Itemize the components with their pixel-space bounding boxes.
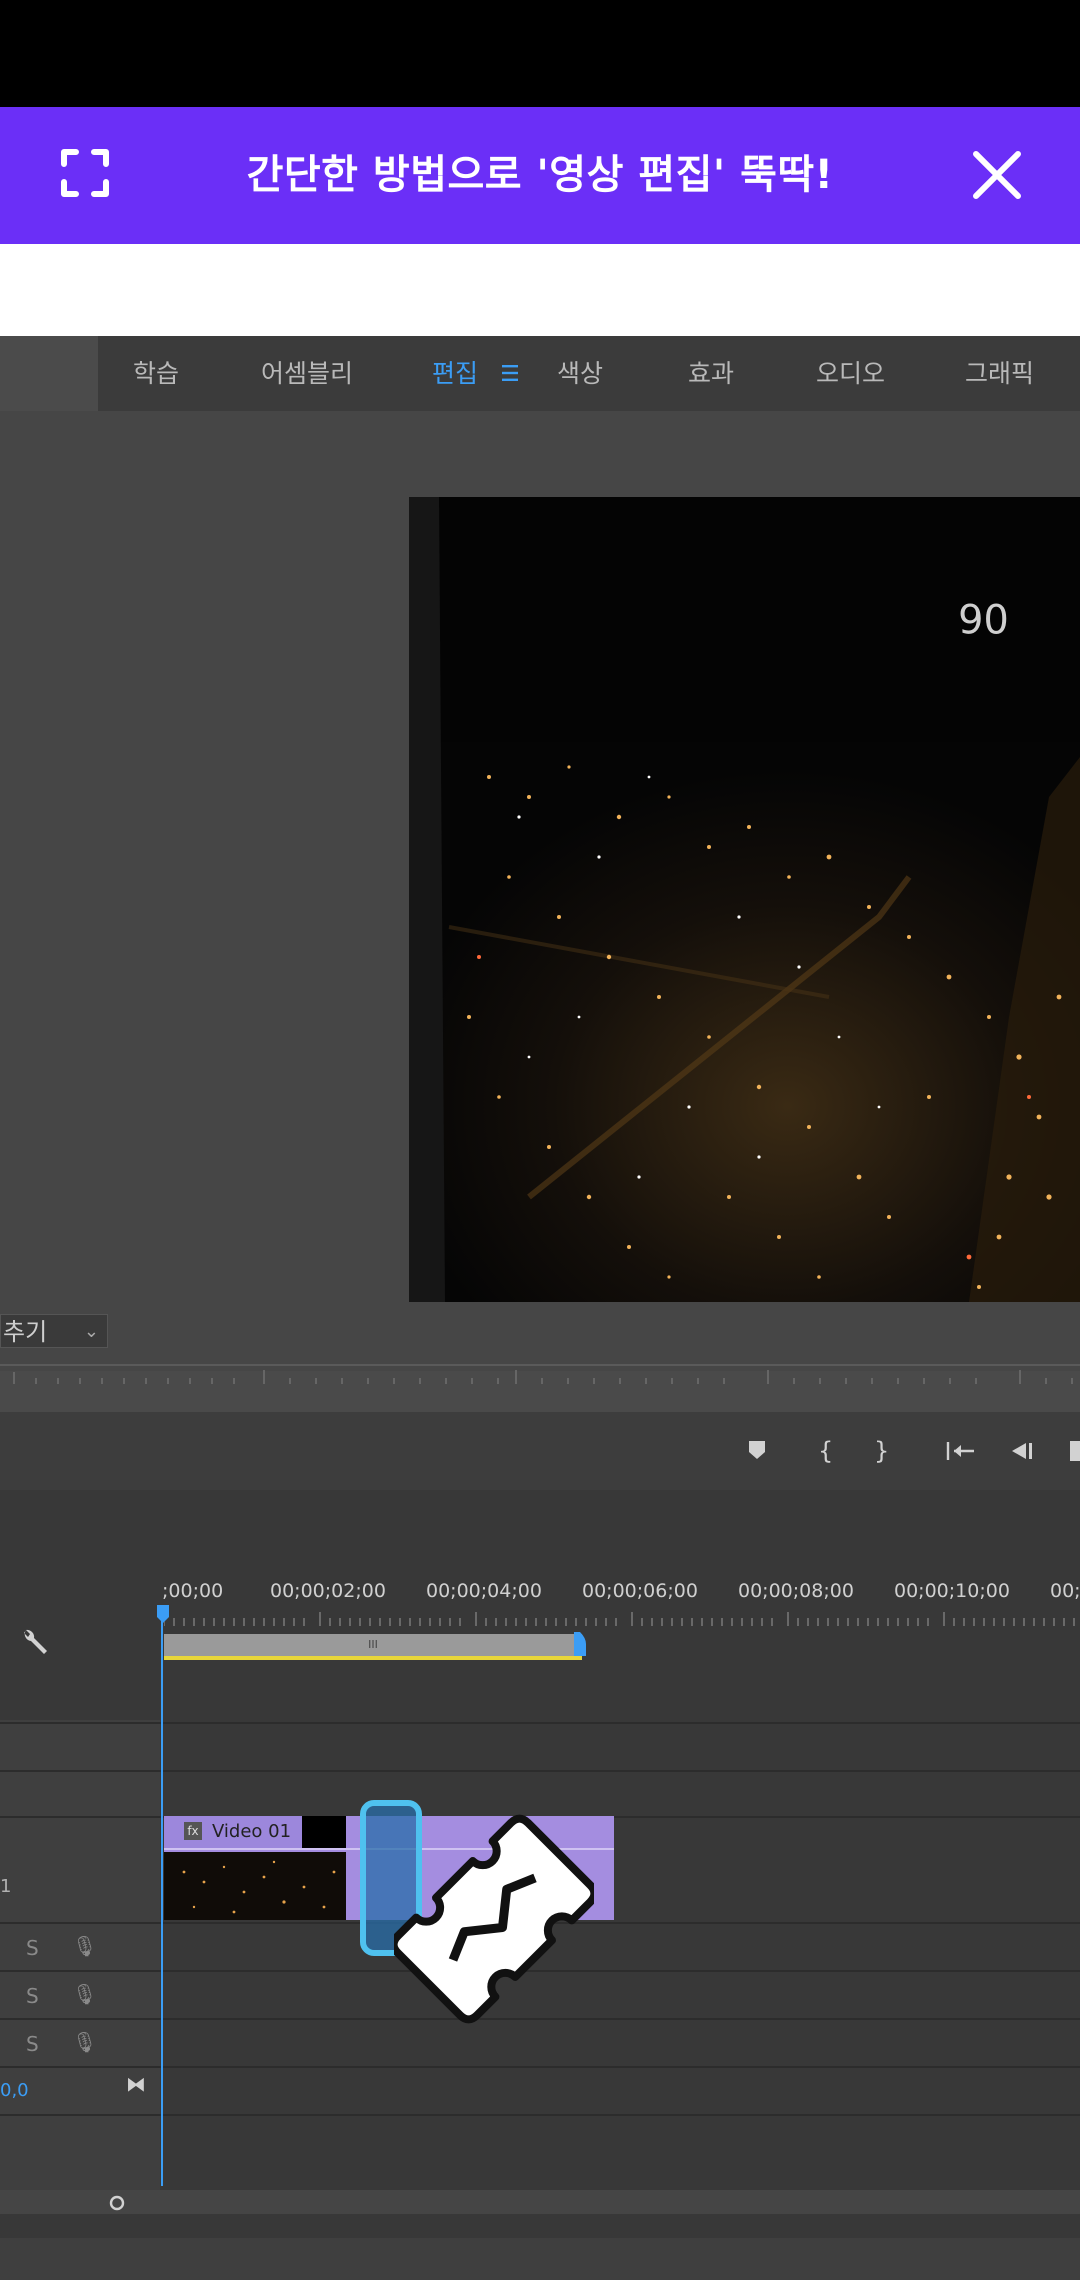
fit-zoom-icon[interactable]: ⧓ <box>126 2072 146 2096</box>
monitor-time-ruler[interactable] <box>0 1364 1080 1392</box>
tab-audio[interactable]: 오디오 <box>816 336 885 411</box>
mic-icon[interactable]: 🎙 <box>72 2030 97 2054</box>
tab-edit[interactable]: 편집 <box>432 336 478 411</box>
footer-bar <box>0 2238 1080 2280</box>
razor-blade-icon <box>394 1814 594 2024</box>
expand-icon[interactable] <box>60 148 110 198</box>
solo-button[interactable]: S <box>26 1936 39 1960</box>
track-number: 1 <box>0 1876 12 1897</box>
work-area-render-line <box>164 1656 582 1660</box>
tab-effects[interactable]: 효과 <box>688 336 734 411</box>
banner-title: 간단한 방법으로 '영상 편집' 뚝딱! <box>246 152 834 198</box>
tab-color[interactable]: 색상 <box>557 336 603 411</box>
mark-in-icon[interactable]: { <box>818 1412 833 1490</box>
clip-thumbnail <box>164 1852 346 1920</box>
timeline-scrollbar[interactable] <box>0 2190 1080 2214</box>
tab-assembly[interactable]: 어셈블리 <box>261 336 353 411</box>
timecode-label: ;00;00 <box>162 1580 224 1602</box>
hamburger-icon[interactable] <box>502 364 518 382</box>
timeline-ruler[interactable] <box>164 1612 1080 1628</box>
chevron-down-icon: ⌄ <box>83 1321 99 1342</box>
status-bar <box>0 0 1080 107</box>
transport-controls: { } <box>0 1412 1080 1490</box>
tab-graphics[interactable]: 그래픽 <box>965 336 1034 411</box>
zoom-dropdown[interactable]: 추기 ⌄ <box>0 1314 108 1348</box>
banner: 간단한 방법으로 '영상 편집' 뚝딱! <box>0 107 1080 244</box>
timecode-label: 00;00;10;00 <box>894 1580 1010 1602</box>
clip-thumbnail-image <box>164 1852 346 1920</box>
step-back-icon[interactable] <box>1008 1441 1034 1461</box>
workspace-tabs: 학습 어셈블리 편집 색상 효과 오디오 그래픽 <box>0 336 1080 411</box>
playhead-line[interactable] <box>161 1606 163 2186</box>
volume-value[interactable]: 0,0 <box>0 2080 29 2101</box>
zoom-dropdown-value: 추기 <box>3 1318 48 1346</box>
wrench-icon[interactable] <box>20 1628 48 1658</box>
timecode-label: 00;00;06;00 <box>582 1580 698 1602</box>
scroll-handle[interactable] <box>108 2194 126 2212</box>
solo-button[interactable]: S <box>26 1984 39 2008</box>
mark-out-icon[interactable]: } <box>874 1412 889 1490</box>
timecode-label: 00; <box>1050 1580 1080 1602</box>
timecode-label: 00;00;02;00 <box>270 1580 386 1602</box>
solo-button[interactable]: S <box>26 2032 39 2056</box>
clip-name: Video 01 <box>212 1821 292 1842</box>
close-icon[interactable] <box>970 148 1024 202</box>
marker-icon[interactable] <box>748 1440 766 1460</box>
tab-learn[interactable]: 학습 <box>133 336 179 411</box>
mic-icon[interactable]: 🎙 <box>72 1934 97 1958</box>
fx-badge[interactable]: fx <box>184 1822 202 1840</box>
work-area-end-handle[interactable] <box>574 1632 586 1656</box>
preview-overlay-number: 06 <box>958 594 1009 640</box>
mic-icon[interactable]: 🎙 <box>72 1982 97 2006</box>
tabbar-left-block <box>0 336 98 411</box>
timecode-label: 00;00;08;00 <box>738 1580 854 1602</box>
play-icon[interactable] <box>1068 1440 1080 1462</box>
work-area-grip: III <box>368 1638 378 1651</box>
clip-label-dark-segment <box>302 1816 346 1848</box>
work-area-bar[interactable]: III <box>164 1634 582 1660</box>
playhead-handle[interactable] <box>156 1604 170 1624</box>
timecode-label: 00;00;04;00 <box>426 1580 542 1602</box>
blank-toolbar <box>0 244 1080 336</box>
go-to-in-icon[interactable] <box>946 1440 976 1462</box>
